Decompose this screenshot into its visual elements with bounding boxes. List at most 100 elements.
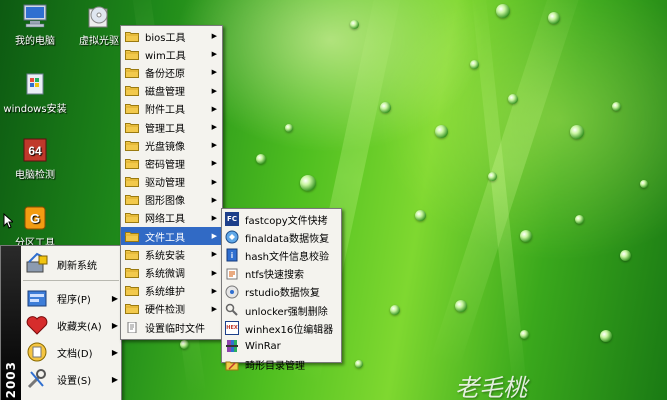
folder-icon: [125, 122, 139, 133]
start-item-label: 文档(D): [57, 348, 93, 360]
programs-menu-item[interactable]: 系统安装 ▶: [121, 245, 222, 263]
programs-menu-item[interactable]: 备份还原 ▶: [121, 63, 222, 81]
menu-item-label: winhex16位编辑器: [245, 324, 334, 336]
menu-item-folder-manage[interactable]: 畸形目录管理: [222, 356, 341, 374]
submenu-arrow-icon: ▶: [211, 177, 217, 186]
start-item-programs[interactable]: 程序(P) ▶: [21, 284, 122, 312]
submenu-arrow-icon: ▶: [211, 123, 217, 132]
programs-menu-item[interactable]: 磁盘管理 ▶: [121, 82, 222, 100]
desktop-icon-label: 我的电脑: [15, 36, 55, 47]
menu-item-label: 附件工具: [145, 105, 185, 117]
menu-item-label: 光盘镜像: [145, 141, 185, 153]
folder-icon: [125, 213, 139, 224]
menu-item-label: wim工具: [145, 50, 186, 62]
programs-menu-item[interactable]: 设置临时文件: [121, 318, 222, 336]
start-item-settings[interactable]: 设置(S) ▶: [21, 365, 122, 393]
start-item-documents[interactable]: 文档(D) ▶: [21, 338, 122, 366]
submenu-arrow-icon: ▶: [211, 195, 217, 204]
menu-item-winhex[interactable]: HEX winhex16位编辑器: [222, 319, 341, 337]
partition-tool-icon: G: [20, 204, 50, 232]
desktop-icon-pc-check[interactable]: 64 电脑检测: [0, 136, 70, 181]
start-item-label: 刷新系统: [57, 260, 97, 272]
menu-item-fastcopy[interactable]: FC fastcopy文件快拷: [222, 210, 341, 228]
programs-menu-item[interactable]: wim工具 ▶: [121, 45, 222, 63]
menu-item-label: 备份还原: [145, 68, 185, 80]
submenu-arrow-icon: ▶: [211, 232, 217, 241]
folder-icon: [125, 31, 139, 42]
programs-menu-item[interactable]: 密码管理 ▶: [121, 154, 222, 172]
programs-menu-item[interactable]: 硬件检测 ▶: [121, 300, 222, 318]
menu-item-winrar[interactable]: WinRar: [222, 337, 341, 355]
hash-icon: i: [226, 248, 238, 262]
start-item-label: 设置(S): [57, 375, 92, 387]
start-menu-separator: [23, 280, 119, 281]
ntfs-search-icon: [226, 268, 238, 280]
programs-menu-item[interactable]: 附件工具 ▶: [121, 100, 222, 118]
desktop-icon-windows-setup[interactable]: windows安装: [0, 70, 70, 115]
winhex-icon: HEX: [225, 321, 239, 336]
start-item-refresh[interactable]: 刷新系统: [21, 250, 122, 278]
programs-menu-item[interactable]: 网络工具 ▶: [121, 209, 222, 227]
folder-icon: [125, 86, 139, 97]
start-item-label: 程序(P): [57, 294, 91, 306]
programs-menu-item[interactable]: 光盘镜像 ▶: [121, 136, 222, 154]
menu-item-label: 设置临时文件: [145, 323, 205, 335]
submenu-arrow-icon: ▶: [211, 86, 217, 95]
file-tools-menu: FC fastcopy文件快拷 finaldata数据恢复 i hash文件信息…: [221, 208, 342, 372]
programs-menu-item[interactable]: 驱动管理 ▶: [121, 173, 222, 191]
folder-manage-icon: [225, 361, 239, 371]
folder-icon: [125, 304, 139, 315]
rstudio-icon: [225, 285, 239, 299]
pc-check-icon: 64: [20, 136, 50, 164]
menu-item-label: 图形图像: [145, 196, 185, 208]
menu-item-rstudio[interactable]: rstudio数据恢复: [222, 283, 341, 301]
programs-menu-item[interactable]: 系统微调 ▶: [121, 263, 222, 281]
start-item-favorites[interactable]: 收藏夹(A) ▶: [21, 311, 122, 339]
menu-item-label: 密码管理: [145, 159, 185, 171]
programs-icon: [27, 290, 47, 307]
virtual-drive-icon: [84, 2, 114, 30]
start-menu: 2003 刷新系统 程序(P) ▶ 收藏夹(A) ▶ 文档(D) ▶ 设置(S)…: [0, 245, 122, 400]
programs-menu-item[interactable]: 图形图像 ▶: [121, 191, 222, 209]
folder-icon: [125, 158, 139, 169]
folder-icon: [125, 67, 139, 78]
folder-icon: [125, 49, 139, 60]
menu-item-ntfs-search[interactable]: ntfs快速搜索: [222, 265, 341, 283]
menu-item-label: rstudio数据恢复: [245, 288, 320, 300]
menu-item-label: bios工具: [145, 32, 186, 44]
menu-item-label: unlocker强制删除: [245, 306, 328, 318]
menu-item-label: 系统维护: [145, 287, 185, 299]
programs-menu-item[interactable]: bios工具 ▶: [121, 27, 222, 45]
menu-item-hash[interactable]: i hash文件信息校验: [222, 246, 341, 264]
submenu-arrow-icon: ▶: [111, 374, 118, 384]
programs-menu-item[interactable]: 文件工具 ▶: [121, 227, 222, 246]
programs-menu-item[interactable]: 管理工具 ▶: [121, 118, 222, 136]
menu-item-label: fastcopy文件快拷: [245, 215, 328, 227]
temp-file-icon: [127, 321, 137, 333]
menu-item-label: 文件工具: [145, 232, 185, 244]
menu-item-label: 驱动管理: [145, 178, 185, 190]
menu-item-finaldata[interactable]: finaldata数据恢复: [222, 228, 341, 246]
start-item-label: 收藏夹(A): [57, 321, 102, 333]
folder-icon: [125, 140, 139, 151]
fastcopy-icon: FC: [225, 212, 239, 227]
folder-icon: [125, 104, 139, 115]
menu-item-unlocker[interactable]: unlocker强制删除: [222, 301, 341, 319]
folder-icon: [125, 231, 139, 242]
desktop-icon-label: 电脑检测: [15, 170, 55, 181]
desktop-icon-my-computer[interactable]: 我的电脑: [0, 2, 70, 47]
menu-item-label: 管理工具: [145, 123, 185, 135]
menu-item-label: hash文件信息校验: [245, 251, 330, 263]
mouse-cursor-icon: [3, 213, 13, 229]
windows-setup-icon: [20, 70, 50, 98]
folder-icon: [125, 268, 139, 279]
programs-menu-item[interactable]: 系统维护 ▶: [121, 282, 222, 300]
submenu-arrow-icon: ▶: [111, 320, 118, 330]
desktop-icon-label: windows安装: [3, 104, 67, 115]
winrar-icon: [226, 340, 238, 353]
submenu-arrow-icon: ▶: [211, 304, 217, 313]
submenu-arrow-icon: ▶: [211, 268, 217, 277]
favorites-icon: [26, 316, 48, 335]
menu-item-label: ntfs快速搜索: [245, 270, 304, 282]
menu-item-label: 磁盘管理: [145, 87, 185, 99]
